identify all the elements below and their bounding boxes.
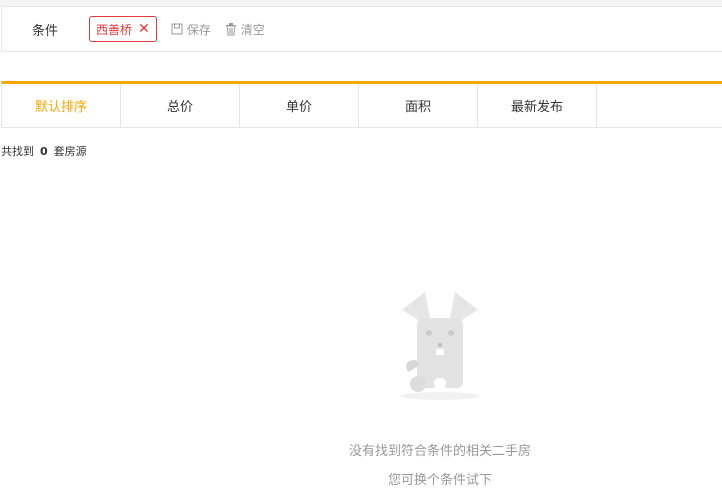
- sort-bar: 默认排序 总价 单价 面积 最新发布: [1, 81, 722, 128]
- clear-label: 清空: [240, 22, 265, 37]
- save-button[interactable]: 保存: [171, 21, 211, 38]
- close-icon[interactable]: ✕: [138, 21, 150, 37]
- rabbit-icon: [400, 292, 480, 400]
- filter-chip[interactable]: 西善桥 ✕: [89, 16, 157, 42]
- empty-hint: 您可换个条件试下: [387, 473, 492, 488]
- save-icon: [171, 23, 183, 35]
- empty-illustration: [0, 290, 722, 409]
- tab-total-price[interactable]: 总价: [121, 84, 240, 127]
- top-strip: [0, 0, 722, 7]
- result-number: 0: [40, 145, 48, 158]
- tab-newest[interactable]: 最新发布: [478, 84, 597, 127]
- trash-icon: [225, 22, 236, 35]
- save-label: 保存: [186, 22, 211, 37]
- clear-button[interactable]: 清空: [225, 21, 265, 38]
- empty-message: 没有找到符合条件的相关二手房: [348, 444, 531, 459]
- tab-unit-price[interactable]: 单价: [240, 84, 359, 127]
- result-suffix: 套房源: [53, 145, 87, 158]
- tab-default-sort[interactable]: 默认排序: [2, 84, 121, 127]
- filter-label: 条件: [32, 23, 59, 39]
- result-count: 共找到 0 套房源: [1, 143, 87, 159]
- filter-chip-label: 西善桥: [96, 22, 133, 37]
- tab-area[interactable]: 面积: [359, 84, 478, 127]
- result-prefix: 共找到: [1, 145, 34, 158]
- filter-bar: 条件 西善桥 ✕ 保存 清空: [1, 7, 722, 52]
